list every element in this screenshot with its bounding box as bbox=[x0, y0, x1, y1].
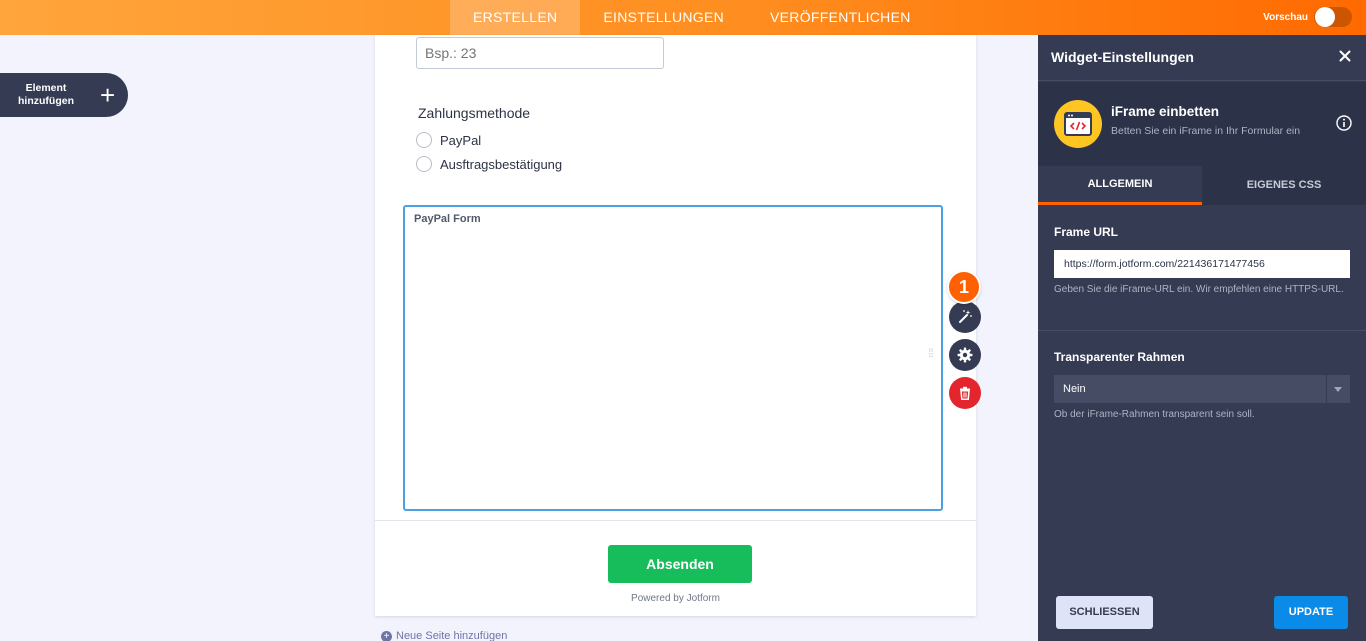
form-card: Zahlungsmethode PayPal Ausftragsbestätig… bbox=[375, 35, 976, 616]
tab-eigenes-css[interactable]: EIGENES CSS bbox=[1202, 166, 1366, 205]
widget-description: Betten Sie ein iFrame in Ihr Formular ei… bbox=[1111, 125, 1301, 137]
add-new-page-label: Neue Seite hinzufügen bbox=[396, 630, 508, 641]
update-button[interactable]: UPDATE bbox=[1274, 596, 1348, 629]
iframe-widget-icon bbox=[1054, 100, 1102, 148]
widget-name: iFrame einbetten bbox=[1111, 104, 1220, 119]
tab-allgemein[interactable]: ALLGEMEIN bbox=[1038, 166, 1202, 205]
magic-wand-button[interactable] bbox=[949, 301, 981, 333]
preview-toggle-group: Vorschau bbox=[1263, 7, 1352, 27]
frame-url-help: Geben Sie die iFrame-URL ein. Wir empfeh… bbox=[1054, 284, 1344, 295]
add-page-plus-icon: + bbox=[381, 630, 392, 641]
payment-method-label: Zahlungsmethode bbox=[418, 105, 531, 121]
iframe-widget[interactable]: PayPal Form bbox=[403, 205, 943, 511]
radio-label: PayPal bbox=[440, 132, 482, 148]
iframe-title: PayPal Form bbox=[414, 213, 481, 225]
tab-veroeffentlichen[interactable]: VERÖFFENTLICHEN bbox=[747, 0, 934, 35]
settings-button[interactable] bbox=[949, 339, 981, 371]
panel-header: Widget-Einstellungen bbox=[1038, 35, 1366, 81]
radio-button[interactable] bbox=[416, 156, 432, 172]
toggle-knob bbox=[1315, 7, 1335, 27]
top-navigation-bar: ERSTELLEN EINSTELLUNGEN VERÖFFENTLICHEN … bbox=[0, 0, 1366, 35]
powered-by-text: Powered by Jotform bbox=[631, 593, 720, 604]
widget-info: iFrame einbetten Betten Sie ein iFrame i… bbox=[1038, 82, 1366, 166]
panel-tabs: ALLGEMEIN EIGENES CSS bbox=[1038, 166, 1366, 205]
add-element-button[interactable]: Element hinzufügen + bbox=[0, 73, 128, 117]
panel-title: Widget-Einstellungen bbox=[1051, 49, 1194, 65]
number-input[interactable] bbox=[416, 37, 664, 69]
close-button[interactable]: SCHLIESSEN bbox=[1056, 596, 1153, 629]
close-icon[interactable] bbox=[1334, 45, 1356, 67]
divider bbox=[375, 520, 976, 521]
tab-erstellen[interactable]: ERSTELLEN bbox=[450, 0, 581, 35]
widget-settings-panel: Widget-Einstellungen iFrame einbetten Be… bbox=[1038, 35, 1366, 641]
submit-button[interactable]: Absenden bbox=[608, 545, 752, 583]
transparent-frame-help: Ob der iFrame-Rahmen transparent sein so… bbox=[1054, 409, 1255, 420]
info-icon[interactable] bbox=[1336, 115, 1352, 131]
gear-icon bbox=[957, 347, 973, 363]
radio-option-paypal[interactable]: PayPal bbox=[416, 132, 481, 148]
radio-label: Ausftragsbestätigung bbox=[440, 156, 563, 172]
plus-icon: + bbox=[100, 80, 116, 110]
select-caret-box bbox=[1326, 375, 1350, 403]
preview-toggle[interactable] bbox=[1314, 7, 1352, 27]
builder-tabs: ERSTELLEN EINSTELLUNGEN VERÖFFENTLICHEN bbox=[450, 0, 934, 35]
tab-einstellungen[interactable]: EINSTELLUNGEN bbox=[580, 0, 747, 35]
preview-label: Vorschau bbox=[1263, 11, 1308, 23]
frame-url-label: Frame URL bbox=[1054, 225, 1119, 239]
radio-button[interactable] bbox=[416, 132, 432, 148]
transparent-frame-label: Transparenter Rahmen bbox=[1054, 350, 1185, 364]
add-element-label: Element hinzufügen bbox=[18, 82, 74, 107]
drag-handle-icon[interactable]: ⁞⁞ bbox=[928, 347, 934, 359]
transparent-frame-select[interactable]: Nein bbox=[1054, 375, 1350, 403]
delete-button[interactable] bbox=[949, 377, 981, 409]
trash-icon bbox=[960, 386, 970, 400]
select-value: Nein bbox=[1063, 383, 1086, 395]
frame-url-input[interactable] bbox=[1054, 250, 1350, 278]
step-marker-1: 1 bbox=[947, 270, 981, 304]
chevron-down-icon bbox=[1334, 387, 1342, 392]
panel-divider bbox=[1038, 330, 1366, 331]
add-new-page-link[interactable]: + Neue Seite hinzufügen bbox=[381, 630, 507, 641]
radio-option-auftragsbestaetigung[interactable]: Ausftragsbestätigung bbox=[416, 156, 562, 172]
magic-wand-icon bbox=[959, 310, 972, 323]
